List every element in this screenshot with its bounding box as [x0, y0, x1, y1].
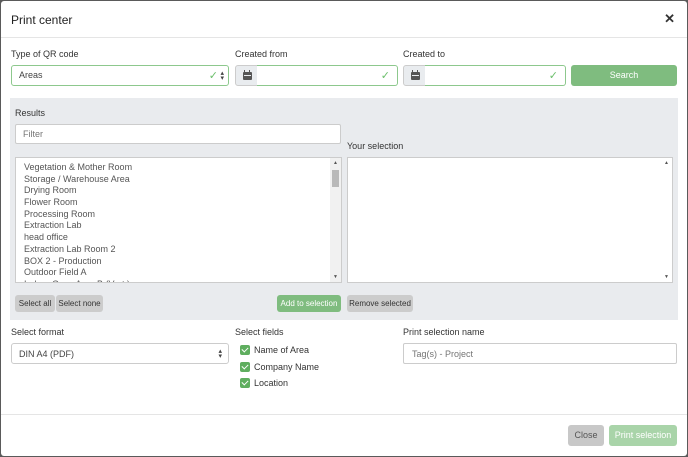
close-button[interactable]: Close: [568, 425, 604, 446]
list-item[interactable]: Processing Room: [16, 209, 341, 221]
results-items: Vegetation & Mother Room Storage / Wareho…: [16, 162, 341, 282]
selection-list[interactable]: ▲ ▼: [347, 157, 673, 283]
created-from-input[interactable]: ✓: [257, 65, 398, 86]
type-select[interactable]: Areas ✓ ▴ ▾: [11, 65, 229, 86]
list-item[interactable]: Drying Room: [16, 185, 341, 197]
select-none-button[interactable]: Select none: [56, 295, 103, 312]
list-item[interactable]: Vegetation & Mother Room: [16, 162, 341, 174]
modal-header: Print center ✕: [1, 1, 687, 38]
list-item[interactable]: BOX 2 - Production: [16, 256, 341, 268]
list-item[interactable]: Extraction Lab Room 2: [16, 244, 341, 256]
list-item[interactable]: Extraction Lab: [16, 220, 341, 232]
close-icon[interactable]: ✕: [664, 11, 675, 27]
scroll-down-icon[interactable]: ▼: [333, 274, 338, 280]
results-filter-input[interactable]: [15, 124, 341, 144]
created-from-label: Created from: [235, 49, 288, 59]
field-label-company-name: Company Name: [254, 362, 320, 372]
select-arrows-icon: ▴ ▾: [218, 348, 222, 360]
remove-selected-button[interactable]: Remove selected: [347, 295, 413, 312]
list-item[interactable]: Indoor Grow Area B (Vert.): [16, 279, 341, 282]
scroll-up-icon[interactable]: ▲: [664, 160, 669, 166]
list-item[interactable]: Storage / Warehouse Area: [16, 174, 341, 186]
your-selection-label: Your selection: [347, 141, 404, 151]
results-scrollbar[interactable]: ▲ ▼: [330, 158, 341, 282]
list-item[interactable]: Flower Room: [16, 197, 341, 209]
fields-label: Select fields: [235, 327, 284, 337]
format-select-value: DIN A4 (PDF): [19, 349, 75, 359]
valid-check-icon: ✓: [548, 70, 558, 82]
valid-check-icon: ✓: [380, 70, 390, 82]
field-checkbox-location[interactable]: [240, 378, 250, 388]
results-list[interactable]: Vegetation & Mother Room Storage / Wareho…: [15, 157, 342, 283]
scroll-up-icon[interactable]: ▲: [333, 160, 338, 166]
valid-check-icon: ✓: [208, 70, 218, 82]
select-all-button[interactable]: Select all: [15, 295, 55, 312]
type-select-value: Areas: [19, 70, 43, 80]
print-name-input[interactable]: [403, 343, 677, 364]
created-to-label: Created to: [403, 49, 446, 59]
print-selection-button[interactable]: Print selection: [609, 425, 677, 446]
footer-divider: [1, 414, 687, 415]
print-center-modal: Print center ✕ Type of QR code Areas ✓ ▴…: [1, 1, 687, 456]
list-item[interactable]: Outdoor Field A: [16, 267, 341, 279]
print-name-label: Print selection name: [403, 327, 485, 337]
format-select[interactable]: DIN A4 (PDF) ▴ ▾: [11, 343, 229, 364]
field-label-name-of-area: Name of Area: [254, 345, 310, 355]
search-button[interactable]: Search: [571, 65, 677, 86]
type-label: Type of QR code: [11, 49, 79, 59]
results-label: Results: [15, 108, 46, 118]
list-item[interactable]: head office: [16, 232, 341, 244]
selection-scrollbar[interactable]: ▲ ▼: [661, 158, 672, 282]
field-checkbox-name-of-area[interactable]: [240, 345, 250, 355]
calendar-icon: [243, 70, 252, 80]
results-panel: Results Your selection Vegetation & Moth…: [10, 98, 678, 320]
select-arrows-icon: ▴ ▾: [220, 70, 224, 82]
scrollbar-thumb[interactable]: [332, 170, 339, 187]
format-label: Select format: [11, 327, 65, 337]
add-to-selection-button[interactable]: Add to selection: [277, 295, 341, 312]
scroll-down-icon[interactable]: ▼: [664, 274, 669, 280]
created-to-input[interactable]: ✓: [425, 65, 566, 86]
modal-title: Print center: [11, 13, 73, 27]
field-label-location: Location: [254, 378, 289, 388]
calendar-icon: [411, 70, 420, 80]
field-checkbox-company-name[interactable]: [240, 362, 250, 372]
created-from-calendar-addon[interactable]: [235, 65, 258, 86]
created-to-calendar-addon[interactable]: [403, 65, 426, 86]
